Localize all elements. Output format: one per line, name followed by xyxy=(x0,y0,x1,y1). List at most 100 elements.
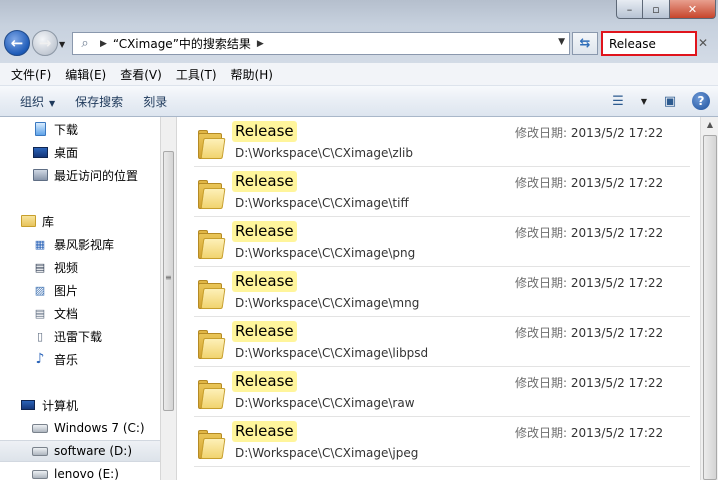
folder-icon xyxy=(198,179,226,209)
nav-item-drive-c[interactable]: Windows 7 (C:) xyxy=(32,417,160,439)
nav-item-videos[interactable]: ▤ 视频 xyxy=(32,256,160,278)
date-label: 修改日期: xyxy=(515,276,568,290)
nav-item-drive-e[interactable]: lenovo (E:) xyxy=(32,463,160,480)
date-value: 2013/5/2 17:22 xyxy=(570,226,664,240)
drive-icon xyxy=(32,466,48,480)
search-input-value: Release xyxy=(609,36,656,51)
maximize-button[interactable]: ▫ xyxy=(643,0,670,19)
date-label: 修改日期: xyxy=(515,226,568,240)
nav-item-downloads[interactable]: 下载 xyxy=(32,118,160,140)
minimize-button[interactable]: – xyxy=(616,0,643,19)
menu-view[interactable]: 查看(V) xyxy=(113,66,169,83)
date-value: 2013/5/2 17:22 xyxy=(570,326,664,340)
picture-icon: ▨ xyxy=(34,283,46,297)
list-item[interactable]: Release D:\Workspace\C\CXimage\raw 修改日期:… xyxy=(194,367,690,417)
list-item[interactable]: Release D:\Workspace\C\CXimage\tiff 修改日期… xyxy=(194,167,690,217)
folder-icon xyxy=(198,379,226,409)
menu-tools[interactable]: 工具(T) xyxy=(169,66,224,83)
item-path: D:\Workspace\C\CXimage\libpsd xyxy=(235,346,429,360)
search-results-list: Release D:\Workspace\C\CXimage\zlib 修改日期… xyxy=(178,117,700,480)
menu-edit[interactable]: 编辑(E) xyxy=(58,66,113,83)
desktop-icon xyxy=(32,144,48,160)
nav-label: 库 xyxy=(42,214,55,229)
arrow-right-icon: → xyxy=(38,34,52,52)
close-button[interactable]: ✕ xyxy=(670,0,716,19)
nav-item-baofeng[interactable]: ▦ 暴风影视库 xyxy=(32,233,160,255)
item-name: Release xyxy=(232,321,297,342)
chevron-down-icon: ▼ xyxy=(49,98,56,108)
video-library-icon: ▦ xyxy=(34,237,46,251)
help-icon[interactable]: ? xyxy=(692,92,710,110)
item-date: 修改日期: 2013/5/2 17:22 xyxy=(515,174,663,191)
item-name: Release xyxy=(232,271,297,292)
nav-item-computer[interactable]: 计算机 xyxy=(20,394,160,416)
windows-drive-icon xyxy=(32,420,48,436)
clear-search-icon[interactable]: ✕ xyxy=(698,36,708,50)
downloads-folder-icon xyxy=(32,121,48,137)
nav-label: software (D:) xyxy=(54,444,132,458)
chevron-down-icon[interactable]: ▼ xyxy=(640,91,648,111)
list-item[interactable]: Release D:\Workspace\C\CXimage\zlib 修改日期… xyxy=(194,117,690,167)
nav-label: 视频 xyxy=(54,260,79,275)
nav-item-desktop[interactable]: 桌面 xyxy=(32,141,160,163)
nav-label: 下载 xyxy=(54,122,79,137)
item-path: D:\Workspace\C\CXimage\png xyxy=(235,246,416,260)
forward-button[interactable]: → xyxy=(32,30,58,56)
navigation-scrollbar[interactable]: ≡ xyxy=(160,117,177,480)
date-label: 修改日期: xyxy=(515,376,568,390)
recent-places-icon xyxy=(32,167,48,183)
item-name: Release xyxy=(232,221,297,242)
item-path: D:\Workspace\C\CXimage\zlib xyxy=(235,146,413,160)
list-item[interactable]: Release D:\Workspace\C\CXimage\libpsd 修改… xyxy=(194,317,690,367)
nav-item-libraries[interactable]: 库 xyxy=(20,210,160,232)
list-item[interactable]: Release D:\Workspace\C\CXimage\png 修改日期:… xyxy=(194,217,690,267)
refresh-button[interactable]: ⇆ xyxy=(572,32,598,55)
grip-icon: ≡ xyxy=(165,273,172,282)
nav-item-documents[interactable]: ▤ 文档 xyxy=(32,302,160,324)
address-history-dropdown[interactable]: ▼ xyxy=(558,37,565,47)
address-bar[interactable]: ⌕ ▶ “CXimage”中的搜索结果 ▶ ▼ xyxy=(72,32,570,55)
back-button[interactable]: ← xyxy=(4,30,30,56)
scroll-up-icon[interactable]: ▲ xyxy=(704,120,716,132)
nav-item-thunder[interactable]: ▯ 迅雷下载 xyxy=(32,325,160,347)
nav-label: 文档 xyxy=(54,306,79,321)
search-input[interactable]: Release xyxy=(601,31,697,56)
item-date: 修改日期: 2013/5/2 17:22 xyxy=(515,274,663,291)
breadcrumb-separator-icon[interactable]: ▶ xyxy=(257,39,264,49)
nav-label: 计算机 xyxy=(42,398,79,413)
preview-pane-icon[interactable]: ▣ xyxy=(660,91,680,111)
music-note-icon: ♪ xyxy=(35,351,45,367)
breadcrumb[interactable]: “CXimage”中的搜索结果 xyxy=(113,35,251,52)
item-name: Release xyxy=(232,121,297,142)
burn-button[interactable]: 刻录 xyxy=(133,93,177,110)
nav-label: lenovo (E:) xyxy=(54,467,119,480)
item-date: 修改日期: 2013/5/2 17:22 xyxy=(515,324,663,341)
recent-pages-dropdown[interactable]: ▼ xyxy=(59,40,65,49)
date-value: 2013/5/2 17:22 xyxy=(570,426,664,440)
film-icon: ▤ xyxy=(34,260,46,274)
nav-item-music[interactable]: ♪ 音乐 xyxy=(32,348,160,370)
command-bar: 组织 ▼ 保存搜索 刻录 ☰ ▼ ▣ ? xyxy=(0,86,718,117)
breadcrumb-separator-icon[interactable]: ▶ xyxy=(100,39,107,49)
library-icon xyxy=(20,213,36,229)
nav-item-pictures[interactable]: ▨ 图片 xyxy=(32,279,160,301)
save-search-button[interactable]: 保存搜索 xyxy=(65,93,133,110)
menu-help[interactable]: 帮助(H) xyxy=(224,66,280,83)
menu-bar: 文件(F) 编辑(E) 查看(V) 工具(T) 帮助(H) xyxy=(0,63,718,86)
navigation-pane: 下载 桌面 最近访问的位置 库 ▦ 暴风影视库 ▤ 视频 ▨ 图片 ▤ 文档 ▯… xyxy=(0,117,160,480)
nav-label: 音乐 xyxy=(54,352,79,367)
nav-item-drive-d[interactable]: software (D:) xyxy=(0,440,160,462)
view-options-icon[interactable]: ☰ xyxy=(608,91,628,111)
nav-label: 迅雷下载 xyxy=(54,329,103,344)
date-label: 修改日期: xyxy=(515,176,568,190)
item-date: 修改日期: 2013/5/2 17:22 xyxy=(515,224,663,241)
drive-icon xyxy=(32,443,48,459)
menu-file[interactable]: 文件(F) xyxy=(4,66,58,83)
organize-button[interactable]: 组织 ▼ xyxy=(10,93,65,110)
list-item[interactable]: Release D:\Workspace\C\CXimage\mng 修改日期:… xyxy=(194,267,690,317)
list-item[interactable]: Release D:\Workspace\C\CXimage\jpeg 修改日期… xyxy=(194,417,690,467)
results-scrollbar[interactable]: ▲ xyxy=(700,117,718,480)
nav-item-recent[interactable]: 最近访问的位置 xyxy=(32,164,160,186)
scrollbar-thumb[interactable] xyxy=(703,135,717,480)
window-controls: – ▫ ✕ xyxy=(616,0,716,19)
